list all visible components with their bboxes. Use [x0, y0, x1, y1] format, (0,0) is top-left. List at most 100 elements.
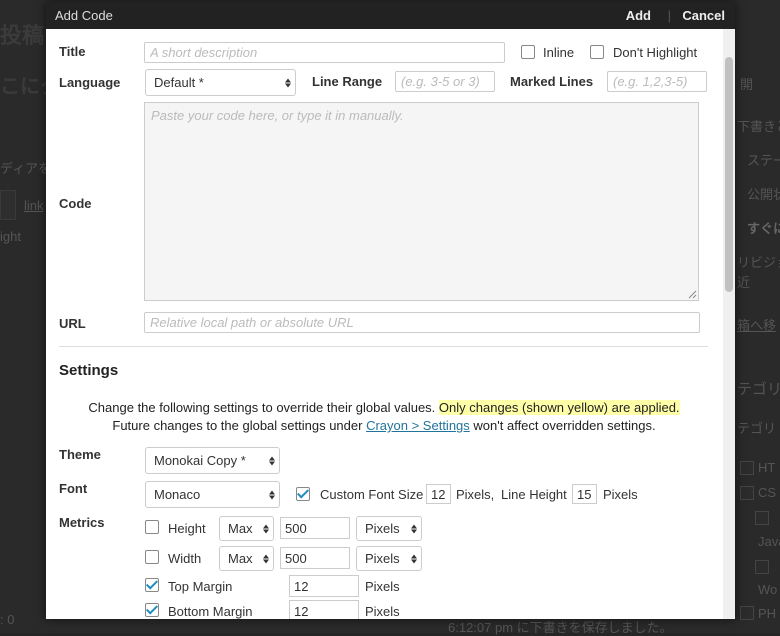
- settings-notice-line1: Change the following settings to overrid…: [46, 400, 722, 415]
- background-right-item: Wo: [758, 582, 778, 597]
- background-status-text: 6:12:07 pm に下書きを保存しました。: [448, 620, 673, 635]
- pixels-unit: Pixels: [365, 604, 400, 619]
- custom-font-size-checkbox[interactable]: [296, 487, 310, 501]
- url-input[interactable]: [144, 312, 700, 333]
- background-checkbox: [740, 606, 754, 620]
- select-arrows-icon: [268, 489, 275, 500]
- width-unit-select[interactable]: Pixels: [356, 546, 422, 571]
- section-divider: [59, 346, 708, 347]
- dialog-titlebar: Add Code Add | Cancel: [46, 2, 735, 29]
- background-checkbox: [755, 511, 769, 525]
- height-checkbox[interactable]: [145, 520, 159, 534]
- background-checkbox: [740, 461, 754, 475]
- line-range-label: Line Range: [312, 74, 383, 89]
- width-checkbox[interactable]: [145, 550, 159, 564]
- top-margin-checkbox[interactable]: [145, 578, 159, 592]
- background-right-item: ステー: [747, 153, 780, 168]
- background-right-item: 箱へ移: [737, 318, 777, 333]
- background-right-item: Java: [758, 534, 780, 549]
- width-input[interactable]: 500: [280, 547, 350, 569]
- height-unit-value: Pixels: [365, 521, 400, 536]
- inline-checkbox[interactable]: [521, 45, 535, 59]
- height-label: Height: [168, 521, 206, 536]
- code-textarea[interactable]: [144, 102, 699, 301]
- custom-font-size-label: Custom Font Size: [320, 487, 424, 502]
- notice-text: Change the following settings to overrid…: [88, 400, 436, 415]
- background-right-item: PH: [758, 606, 777, 621]
- line-height-label: Line Height: [501, 487, 567, 502]
- metrics-label: Metrics: [59, 515, 105, 530]
- background-right-item: HT: [758, 460, 776, 475]
- background-button: [0, 190, 16, 220]
- background-right-item: テゴリ: [737, 421, 777, 436]
- notice-text: Future changes to the global settings un…: [112, 418, 363, 433]
- pixels-unit: Pixels: [603, 487, 638, 502]
- background-title: 投稿: [0, 23, 45, 48]
- background-left-status: : 0: [0, 612, 15, 627]
- height-input[interactable]: 500: [280, 517, 350, 539]
- language-select-value: Default *: [154, 75, 204, 90]
- width-mode-value: Max: [228, 551, 253, 566]
- font-select-value: Monaco: [154, 487, 201, 502]
- notice-text: won't affect overridden settings.: [473, 418, 656, 433]
- background-right-item: 開: [740, 77, 754, 92]
- titlebar-separator: |: [667, 8, 671, 23]
- select-arrows-icon: [284, 77, 291, 88]
- font-label: Font: [59, 481, 88, 496]
- line-range-input[interactable]: [395, 71, 495, 92]
- theme-label: Theme: [59, 447, 101, 462]
- font-size-input[interactable]: 12: [426, 484, 451, 504]
- crayon-settings-link[interactable]: Crayon > Settings: [366, 418, 470, 433]
- background-checkbox: [755, 560, 769, 574]
- pixels-unit: Pixels: [365, 579, 400, 594]
- select-arrows-icon: [262, 553, 269, 564]
- select-arrows-icon: [410, 523, 417, 534]
- dialog-scrollbar[interactable]: [723, 29, 735, 619]
- font-select[interactable]: Monaco: [145, 481, 280, 508]
- cancel-button[interactable]: Cancel: [682, 8, 725, 23]
- dont-highlight-label: Don't Highlight: [613, 45, 698, 60]
- title-input[interactable]: [144, 42, 505, 63]
- background-right-item: すぐに: [747, 221, 780, 236]
- width-mode-select[interactable]: Max: [219, 546, 274, 571]
- language-select[interactable]: Default *: [145, 69, 296, 96]
- background-right-item: 公開状: [747, 187, 780, 202]
- url-label: URL: [59, 316, 86, 331]
- select-arrows-icon: [410, 553, 417, 564]
- inline-label: Inline: [543, 45, 575, 60]
- language-label: Language: [59, 75, 121, 90]
- theme-select-value: Monokai Copy *: [154, 453, 246, 468]
- background-media-text: ディアを: [0, 161, 52, 176]
- width-unit-value: Pixels: [365, 551, 400, 566]
- add-code-dialog: Add Code Add | Cancel Title Inline Don't…: [46, 2, 735, 619]
- select-arrows-icon: [262, 523, 269, 534]
- dialog-title: Add Code: [55, 8, 113, 23]
- notice-highlight: Only changes (shown yellow) are applied.: [438, 400, 680, 415]
- top-margin-label: Top Margin: [168, 579, 233, 594]
- theme-select[interactable]: Monokai Copy *: [145, 447, 280, 474]
- background-tab-text: ight: [0, 229, 21, 244]
- resize-grip-icon[interactable]: [688, 290, 697, 299]
- background-right-item: 近: [737, 275, 751, 290]
- height-mode-value: Max: [228, 521, 253, 536]
- settings-title: Settings: [59, 362, 119, 379]
- marked-lines-label: Marked Lines: [510, 74, 594, 89]
- background-checkbox: [740, 486, 754, 500]
- height-mode-select[interactable]: Max: [219, 516, 274, 541]
- background-right-item: テゴリ: [737, 381, 780, 398]
- width-label: Width: [168, 551, 202, 566]
- bottom-margin-input[interactable]: 12: [289, 600, 359, 619]
- title-label: Title: [59, 44, 86, 59]
- dont-highlight-checkbox[interactable]: [590, 45, 604, 59]
- top-margin-input[interactable]: 12: [289, 575, 359, 597]
- pixels-unit: Pixels,: [456, 487, 495, 502]
- add-button[interactable]: Add: [626, 8, 651, 23]
- code-label: Code: [59, 196, 92, 211]
- bottom-margin-label: Bottom Margin: [168, 604, 253, 619]
- scrollbar-thumb[interactable]: [725, 57, 733, 292]
- marked-lines-input[interactable]: [607, 71, 707, 92]
- line-height-input[interactable]: 15: [572, 484, 597, 504]
- height-unit-select[interactable]: Pixels: [356, 516, 422, 541]
- select-arrows-icon: [268, 455, 275, 466]
- bottom-margin-checkbox[interactable]: [145, 603, 159, 617]
